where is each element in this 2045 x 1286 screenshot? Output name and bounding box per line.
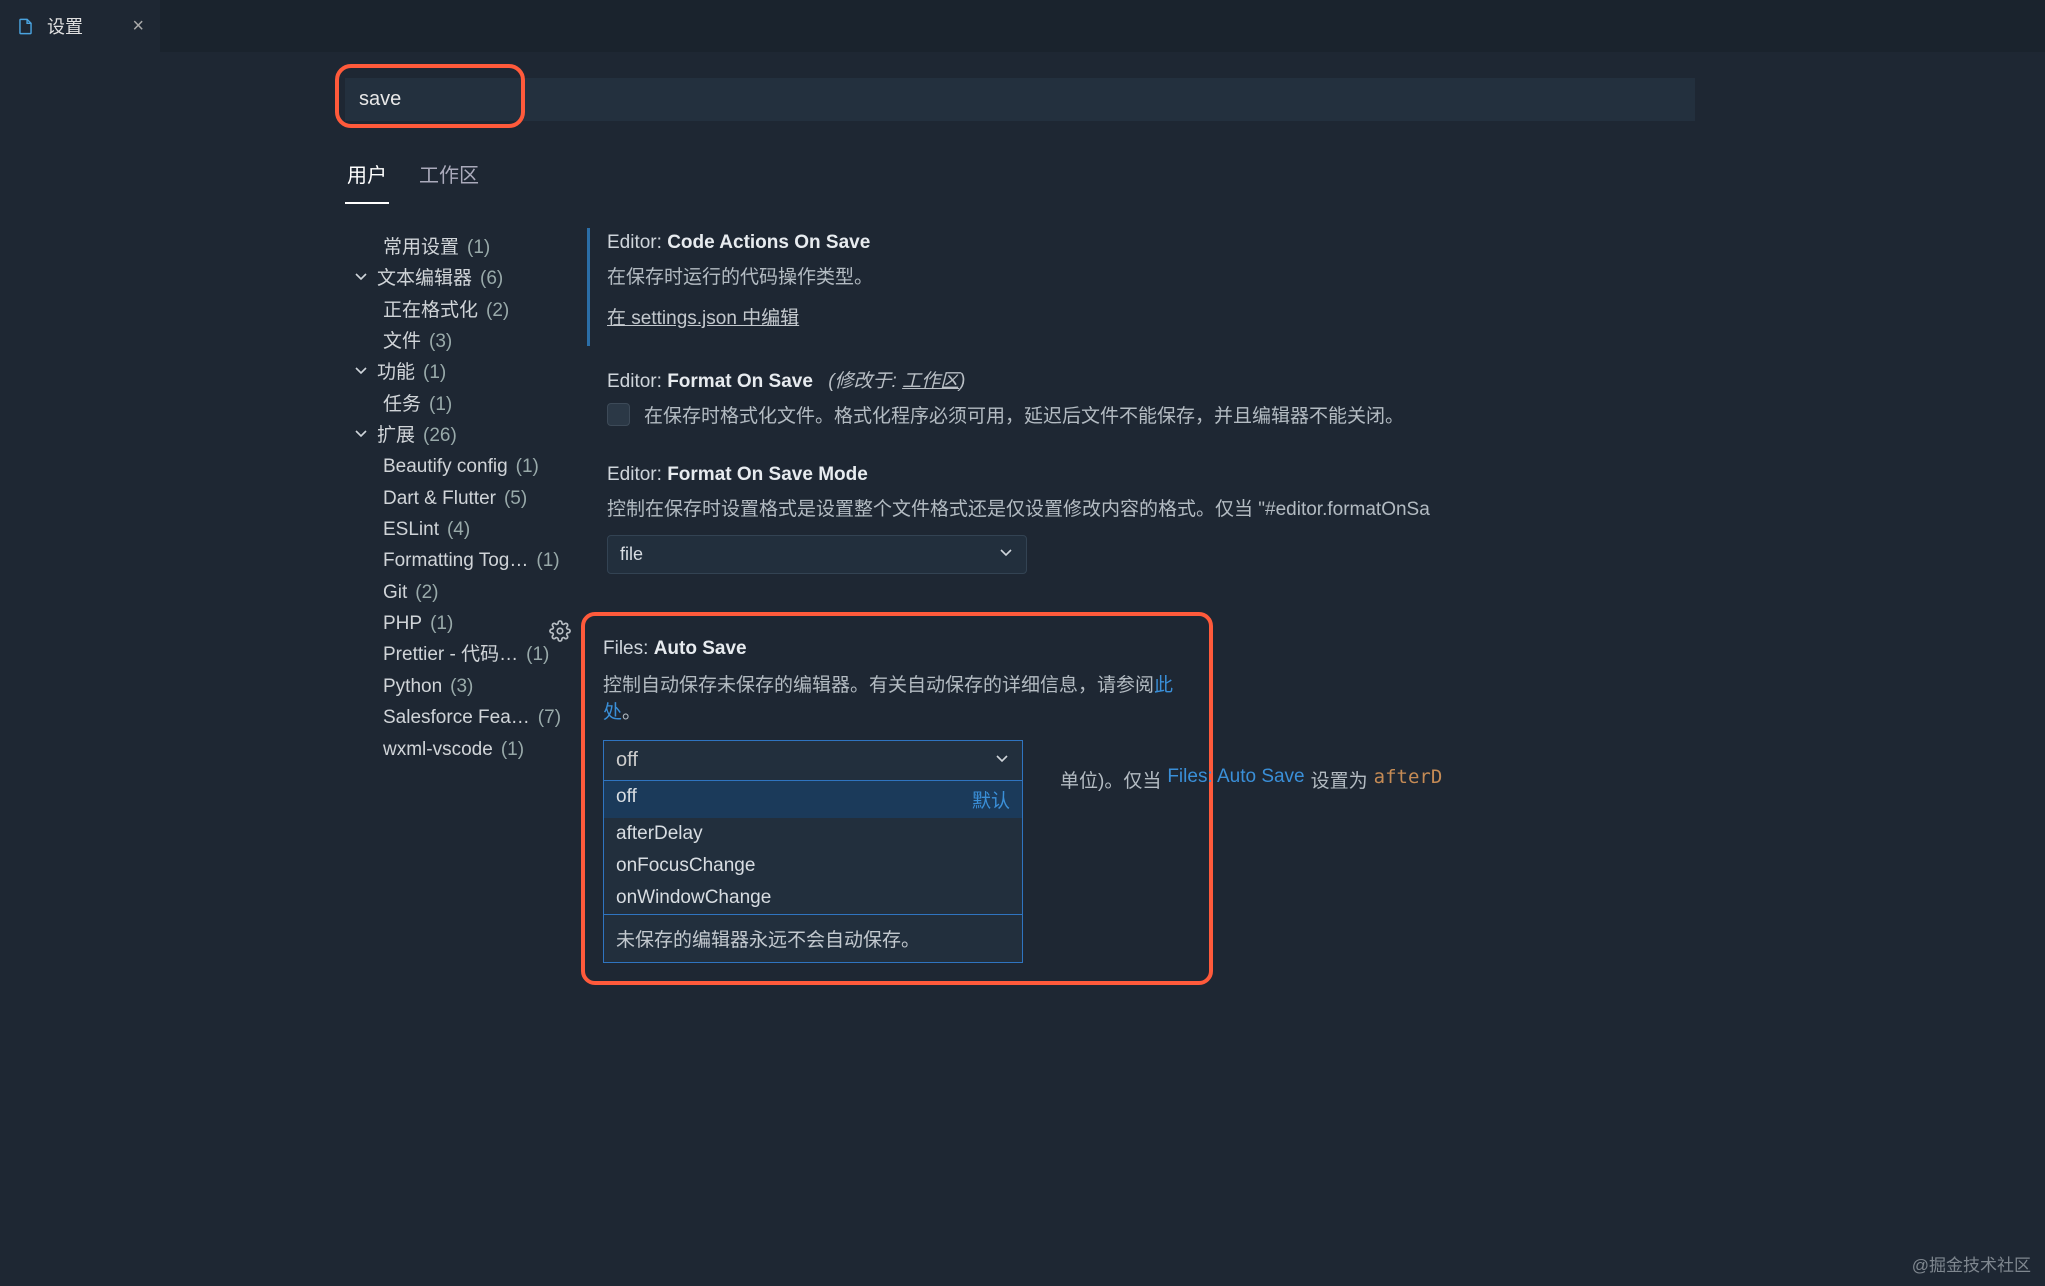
toc-ext-python[interactable]: Python (3) xyxy=(353,671,579,702)
toc-ext-prettier[interactable]: Prettier - 代码… (1) xyxy=(353,639,579,670)
chevron-down-icon xyxy=(353,357,369,388)
tab-bar: 设置 × xyxy=(0,0,2045,52)
settings-editor: 用户 工作区 常用设置 (1) 文本编辑器 (6) 正在格式化 (2) 文件 (… xyxy=(0,52,2045,1007)
setting-format-on-save-mode: Editor: Format On Save Mode 控制在保存时设置格式是设… xyxy=(587,450,2045,596)
modified-indicator xyxy=(587,228,590,346)
format-on-save-mode-select[interactable]: file xyxy=(607,535,1027,574)
toc-ext-php[interactable]: PHP (1) xyxy=(353,608,579,639)
select-value: file xyxy=(620,544,643,565)
setting-title: Editor: Format On Save (修改于: 工作区) xyxy=(607,366,2045,393)
setting-title: Editor: Format On Save Mode xyxy=(607,464,2045,486)
setting-auto-save-delay-partial: 单位)。仅当 Files: Auto Save 设置为 afterD xyxy=(1040,752,1442,793)
edit-in-json-link[interactable]: 在 settings.json 中编辑 xyxy=(607,308,799,329)
option-on-window-change[interactable]: onWindowChange xyxy=(604,882,1022,914)
chevron-down-icon xyxy=(998,544,1014,565)
auto-save-select[interactable]: off off默认 afterDelay onFocusChange onWin… xyxy=(603,740,1023,963)
setting-title: Files: Auto Save xyxy=(603,638,1191,660)
option-after-delay[interactable]: afterDelay xyxy=(604,818,1022,850)
setting-title: Editor: Code Actions On Save xyxy=(607,232,2045,254)
toc-ext-git[interactable]: Git (2) xyxy=(353,577,579,608)
chevron-down-icon xyxy=(994,749,1010,772)
default-badge: 默认 xyxy=(972,786,1010,813)
setting-format-on-save: Editor: Format On Save (修改于: 工作区) 在保存时格式… xyxy=(587,352,2045,450)
settings-list: Editor: Code Actions On Save 在保存时运行的代码操作… xyxy=(587,204,2045,1007)
option-off[interactable]: off默认 xyxy=(604,781,1022,818)
setting-code-actions-on-save: Editor: Code Actions On Save 在保存时运行的代码操作… xyxy=(587,218,2045,352)
setting-description: 在保存时运行的代码操作类型。 xyxy=(607,262,2045,289)
code-literal: afterD xyxy=(1374,766,1443,793)
scope-tabs: 用户 工作区 xyxy=(305,151,2045,204)
toc-ext-salesforce[interactable]: Salesforce Fea… (7) xyxy=(353,702,579,733)
select-options: off默认 afterDelay onFocusChange onWindowC… xyxy=(604,781,1022,914)
toc-ext-formattog[interactable]: Formatting Tog… (1) xyxy=(353,545,579,576)
scope-tab-user[interactable]: 用户 xyxy=(345,151,389,204)
checkbox-row: 在保存时格式化文件。格式化程序必须可用，延迟后文件不能保存，并且编辑器不能关闭。 xyxy=(607,401,2045,428)
toc-files[interactable]: 文件 (3) xyxy=(353,326,579,357)
toc-ext-dart[interactable]: Dart & Flutter (5) xyxy=(353,483,579,514)
toc-ext-beautify[interactable]: Beautify config (1) xyxy=(353,451,579,482)
watermark: @掘金技术社区 xyxy=(1912,1251,2031,1276)
gear-icon[interactable] xyxy=(549,620,571,645)
settings-toc: 常用设置 (1) 文本编辑器 (6) 正在格式化 (2) 文件 (3) 功能 (… xyxy=(305,204,587,1007)
format-on-save-checkbox[interactable] xyxy=(607,403,630,426)
setting-auto-save: Files: Auto Save 控制自动保存未保存的编辑器。有关自动保存的详细… xyxy=(587,596,2045,1007)
option-hint: 未保存的编辑器永远不会自动保存。 xyxy=(604,914,1022,962)
modified-note: (修改于: 工作区) xyxy=(828,371,965,392)
toc-ext-eslint[interactable]: ESLint (4) xyxy=(353,514,579,545)
toc-text-editor[interactable]: 文本编辑器 (6) xyxy=(353,263,579,294)
option-on-focus-change[interactable]: onFocusChange xyxy=(604,850,1022,882)
chevron-down-icon xyxy=(353,263,369,294)
toc-tasks[interactable]: 任务 (1) xyxy=(353,389,579,420)
toc-formatting[interactable]: 正在格式化 (2) xyxy=(353,295,579,326)
main-row: 常用设置 (1) 文本编辑器 (6) 正在格式化 (2) 文件 (3) 功能 (… xyxy=(305,204,2045,1007)
setting-description: 控制在保存时设置格式是设置整个文件格式还是仅设置修改内容的格式。仅当 "#edi… xyxy=(607,494,2045,521)
workspace-link[interactable]: 工作区 xyxy=(902,371,959,392)
setting-description: 控制自动保存未保存的编辑器。有关自动保存的详细信息，请参阅此处。 xyxy=(603,670,1191,724)
close-icon[interactable]: × xyxy=(132,16,144,36)
settings-tab[interactable]: 设置 × xyxy=(0,0,160,52)
annotation-highlight-auto-save: Files: Auto Save 控制自动保存未保存的编辑器。有关自动保存的详细… xyxy=(581,612,1213,985)
select-current[interactable]: off xyxy=(604,741,1022,781)
file-icon xyxy=(16,17,35,36)
chevron-down-icon xyxy=(353,420,369,451)
select-value: off xyxy=(616,749,638,772)
tab-title: 设置 xyxy=(47,13,83,39)
toc-ext-wxml[interactable]: wxml-vscode (1) xyxy=(353,734,579,765)
setting-description: 在保存时格式化文件。格式化程序必须可用，延迟后文件不能保存，并且编辑器不能关闭。 xyxy=(644,401,1404,428)
search-wrap xyxy=(305,60,2045,139)
toc-features[interactable]: 功能 (1) xyxy=(353,357,579,388)
scope-tab-workspace[interactable]: 工作区 xyxy=(417,151,481,204)
toc-common[interactable]: 常用设置 (1) xyxy=(353,232,579,263)
auto-save-link[interactable]: Files: Auto Save xyxy=(1167,766,1304,793)
settings-search-input[interactable] xyxy=(345,78,1695,121)
toc-extensions[interactable]: 扩展 (26) xyxy=(353,420,579,451)
